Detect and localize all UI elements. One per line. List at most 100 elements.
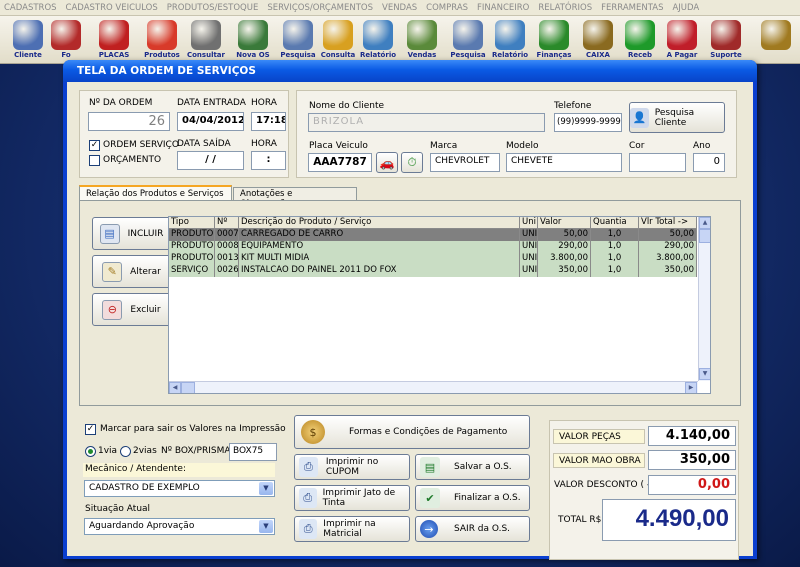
order-number-field[interactable]: 26 (88, 112, 170, 131)
toolbar-button-relat-rio[interactable]: Relatório (490, 18, 530, 62)
menu-compras[interactable]: COMPRAS (426, 3, 468, 13)
scroll-thumb[interactable] (699, 229, 710, 243)
delete-item-button[interactable]: ⊖ Excluir (92, 293, 171, 326)
payment-conditions-button[interactable]: $ Formas e Condições de Pagamento (294, 415, 530, 449)
status-select[interactable]: Aguardando Aprovação ▼ (84, 518, 275, 535)
menu-produtos-estoque[interactable]: PRODUTOS/ESTOQUE (167, 3, 259, 13)
menu-ferramentas[interactable]: FERRAMENTAS (601, 3, 663, 13)
phone-field[interactable]: (99)9999-9999 (554, 113, 622, 132)
scroll-down-icon[interactable]: ▼ (699, 368, 710, 380)
window-titlebar[interactable]: TELA DA ORDEM DE SERVIÇOS (63, 60, 757, 82)
menu-servicos-orcamentos[interactable]: SERVIÇOS/ORÇAMENTOS (267, 3, 373, 13)
scroll-h-thumb[interactable] (181, 382, 195, 393)
menu-vendas[interactable]: VENDAS (382, 3, 417, 13)
add-item-button-label: INCLUIR (127, 228, 164, 239)
toolbar-button-a-pagar[interactable]: A Pagar (662, 18, 702, 62)
chevron-down-icon[interactable]: ▼ (259, 482, 273, 495)
table-vertical-scrollbar[interactable]: ▲ ▼ (698, 217, 710, 381)
toolbar-button-pesquisa[interactable]: Pesquisa (448, 18, 488, 62)
menu-ajuda[interactable]: AJUDA (672, 3, 699, 13)
toolbar-button-placas[interactable]: PLACAS (94, 18, 134, 62)
two-copies-label: 2vias (133, 446, 157, 456)
col-quantity[interactable]: Quantia (591, 217, 639, 229)
col-number[interactable]: Nº (215, 217, 239, 229)
vehicle-history-button[interactable]: ⏱ (401, 152, 423, 173)
quote-checkbox[interactable] (89, 155, 100, 166)
print-dot-matrix-label: Imprimir na Matricial (323, 519, 376, 539)
show-values-checkbox[interactable]: ✓ (85, 424, 96, 435)
vehicle-lookup-button[interactable]: 🚗 (376, 152, 398, 173)
toolbar-button-finan-as[interactable]: Finanças (534, 18, 574, 62)
scroll-right-icon[interactable]: ▶ (685, 382, 697, 393)
col-value[interactable]: Valor (538, 217, 591, 229)
scroll-left-icon[interactable]: ◀ (169, 382, 181, 393)
client-name-field[interactable]: BRIZOLA (308, 113, 545, 132)
finalize-order-button[interactable]: ✔ Finalizar a O.S. (415, 485, 530, 511)
toolbar-button-consulta[interactable]: Consulta (318, 18, 358, 62)
model-field[interactable]: CHEVETE (506, 153, 622, 172)
exit-date-field[interactable]: / / (177, 151, 244, 170)
brand-field[interactable]: CHEVROLET (430, 153, 500, 172)
table-row[interactable]: SERVIÇO 0026 INSTALCAO DO PAINEL 2011 DO… (169, 265, 697, 277)
exit-order-button[interactable]: → SAIR da O.S. (415, 516, 530, 542)
menu-relatorios[interactable]: RELATÓRIOS (538, 3, 592, 13)
exit-date-label: DATA SAÍDA (177, 139, 231, 149)
add-item-button[interactable]: ▤ INCLUIR (92, 217, 171, 250)
window-client-area: Nº DA ORDEM 26 DATA ENTRADA 04/04/2012 H… (67, 82, 753, 560)
service-order-checkbox[interactable]: ✓ (89, 140, 100, 151)
toolbar-button-receb[interactable]: Receb (620, 18, 660, 62)
toolbar-button-label: Fo (61, 51, 71, 59)
color-label: Cor (629, 141, 645, 151)
search-client-button[interactable]: 👤 Pesquisa Cliente (629, 102, 725, 133)
toolbar-button-caixa[interactable]: CAIXA (578, 18, 618, 62)
entry-time-field[interactable]: 17:18 (251, 112, 286, 131)
toolbar-button-exit[interactable] (756, 18, 796, 62)
print-inkjet-button[interactable]: ⎙ Imprimir Jato de Tinta (294, 485, 410, 511)
toolbar-button-label: Relatório (491, 51, 529, 59)
print-dot-matrix-button[interactable]: ⎙ Imprimir na Matricial (294, 516, 410, 542)
parts-value-field[interactable]: 4.140,00 (648, 426, 736, 446)
menu-cadastro-veiculos[interactable]: CADASTRO VEICULOS (66, 3, 158, 13)
toolbar-button-nova-os[interactable]: Nova OS (233, 18, 273, 62)
table-row[interactable]: PRODUTO 0007 CARREGADO DE CARRO UNI 50,0… (169, 229, 697, 241)
discount-value-field[interactable]: 0,00 (648, 475, 736, 495)
exit-arrow-icon: → (420, 520, 438, 538)
edit-item-button[interactable]: ✎ Alterar (92, 255, 171, 288)
chevron-down-icon[interactable]: ▼ (259, 520, 273, 533)
one-copy-radio[interactable] (85, 446, 96, 457)
year-field[interactable]: 0 (693, 153, 725, 172)
save-order-button[interactable]: ▤ Salvar a O.S. (415, 454, 530, 480)
scroll-up-icon[interactable]: ▲ (699, 217, 710, 229)
labor-value-field[interactable]: 350,00 (648, 450, 736, 470)
tab-notes[interactable]: Anotações e Observações -> (233, 187, 357, 209)
mechanic-select[interactable]: CADASTRO DE EXEMPLO ▼ (84, 480, 275, 497)
finance-icon (539, 20, 569, 50)
entry-date-field[interactable]: 04/04/2012 (177, 112, 244, 131)
toolbar-button-fo[interactable]: Fo (46, 18, 86, 62)
plate-field[interactable]: AAA7787 (308, 153, 372, 172)
clock-car-icon: ⏱ (407, 155, 417, 169)
menu-cadastros[interactable]: CADASTROS (4, 3, 57, 13)
col-unit[interactable]: Uni (520, 217, 538, 229)
toolbar-button-produtos[interactable]: Produtos (142, 18, 182, 62)
col-type[interactable]: Tipo (169, 217, 215, 229)
table-row[interactable]: PRODUTO 0013 KIT MULTI MIDIA UNI 3.800,0… (169, 253, 697, 265)
toolbar-button-cliente[interactable]: Cliente (8, 18, 48, 62)
toolbar-button-relat-rio[interactable]: Relatório (358, 18, 398, 62)
color-field[interactable] (629, 153, 686, 172)
col-total[interactable]: Vlr Total -> (639, 217, 697, 229)
toolbar-button-consultar[interactable]: Consultar (186, 18, 226, 62)
box-field[interactable]: BOX75 (229, 443, 277, 461)
col-description[interactable]: Descrição do Produto / Serviço (239, 217, 520, 229)
menu-financeiro[interactable]: FINANCEIRO (477, 3, 529, 13)
print-coupon-button[interactable]: ⎙ Imprimir no CUPOM (294, 454, 410, 480)
tab-products-services[interactable]: Relação dos Produtos e Serviços -> (79, 185, 232, 209)
cell-total: 290,00 (639, 241, 697, 253)
two-copies-radio[interactable] (120, 446, 131, 457)
table-row[interactable]: PRODUTO 0008 EQUIPAMENTO UNI 290,00 1,0 … (169, 241, 697, 253)
exit-time-field[interactable]: : (251, 151, 286, 170)
toolbar-button-pesquisa[interactable]: Pesquisa (278, 18, 318, 62)
toolbar-button-vendas[interactable]: Vendas (402, 18, 442, 62)
toolbar-button-suporte[interactable]: Suporte (706, 18, 746, 62)
table-horizontal-scrollbar[interactable]: ◀ ▶ (169, 381, 698, 393)
